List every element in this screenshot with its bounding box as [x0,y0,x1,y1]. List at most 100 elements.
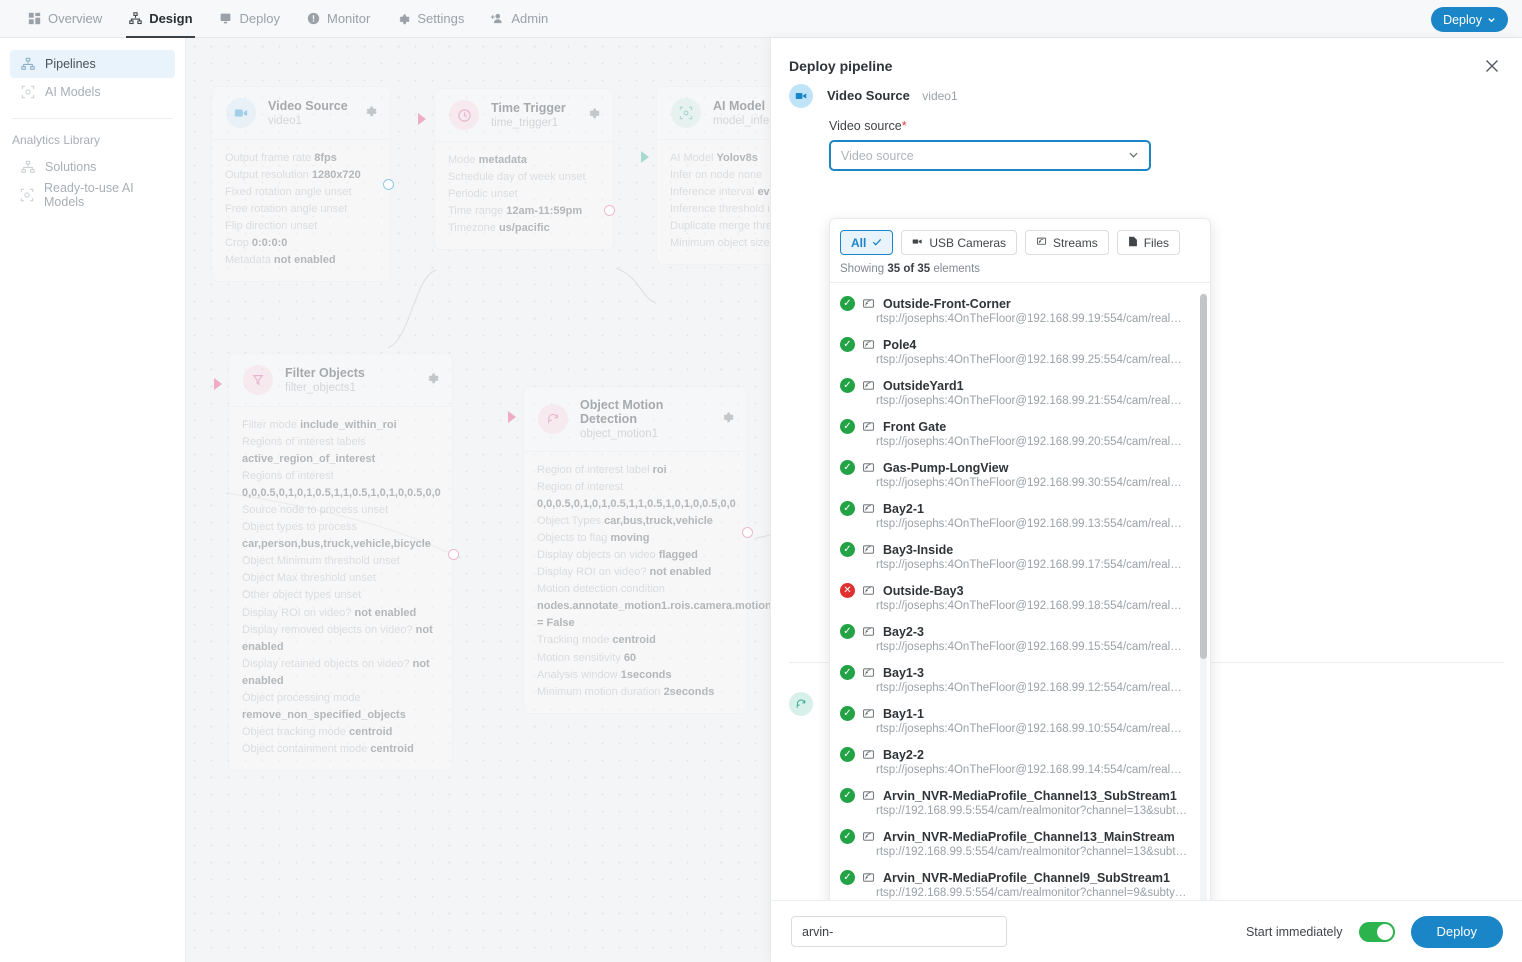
list-item[interactable]: ✓ Outside-Front-Corner rtsp://josephs:4OnT… [830,290,1198,331]
option-name: Bay2-1 [883,501,924,516]
list-item[interactable]: ✓ Front Gate rtsp://josephs:4OnTheFloor@19… [830,413,1198,454]
nav-item-admin[interactable]: Admin [477,0,561,38]
list-item[interactable]: ✕ Outside-Bay3 rtsp://josephs:4OnTheFloor@… [830,577,1198,618]
gear-icon[interactable] [426,371,439,389]
canvas-node-video-source[interactable]: Video Source video1 Output frame rate 8f… [211,86,391,283]
status-ok-icon: ✓ [840,501,855,516]
canvas-node-object-motion-detection[interactable]: Object Motion Detection object_motion1 R… [523,386,772,714]
node-prop-row: Output resolution 1280x720 [225,169,361,182]
nav-label: Overview [48,11,103,26]
node-prop-row: Display removed objects on video? not en… [242,623,433,653]
node-output-port[interactable] [448,549,459,560]
node-prop-row: Object Minimum threshold unset [242,555,400,568]
nav-item-monitor[interactable]: Monitor [293,0,383,38]
node-subtitle: object_motion1 [580,428,658,440]
dropdown-scrollbar-thumb[interactable] [1200,294,1207,659]
option-name: Bay2-3 [883,624,924,639]
close-icon[interactable] [1482,56,1502,76]
nav-item-deploy[interactable]: Deploy [206,0,293,38]
list-item[interactable]: ✓ Bay3-Inside rtsp://josephs:4OnTheFloor@1… [830,536,1198,577]
chip-files[interactable]: Files [1116,230,1181,255]
node-output-port[interactable] [742,527,753,538]
model-icon [671,98,701,128]
option-name: Outside-Bay3 [883,583,964,598]
chip-streams[interactable]: Streams [1025,230,1109,255]
option-url: rtsp://192.168.99.5:554/cam/realmonitor?… [876,805,1188,817]
deploy-button[interactable]: Deploy [1410,915,1503,948]
video-source-option-list[interactable]: ✓ Outside-Front-Corner rtsp://josephs:4OnT… [830,290,1198,900]
status-ok-icon: ✓ [840,542,855,557]
chevron-down-icon [1487,13,1496,27]
edge-arrow [641,151,649,163]
sidebar-item-label: AI Models [45,85,101,99]
panel-section-id: video1 [922,89,958,103]
nav-item-settings[interactable]: Settings [383,0,477,38]
status-ok-icon: ✓ [840,624,855,639]
video-source-select[interactable]: Video source [829,140,1151,171]
node-prop-row: Object tracking mode centroid [242,725,393,738]
gear-icon[interactable] [364,104,377,122]
stream-icon [862,748,876,761]
list-item[interactable]: ✓ OutsideYard1 rtsp://josephs:4OnTheFloor@… [830,372,1198,413]
chip-all[interactable]: All [840,230,894,255]
nav-item-design[interactable]: Design [115,0,205,38]
option-url: rtsp://josephs:4OnTheFloor@192.168.99.25… [876,354,1188,366]
sidebar-item-label: Solutions [45,160,97,174]
node-prop-row: Objects to flag moving [537,532,650,545]
status-ok-icon: ✓ [840,460,855,475]
pipeline-name-input[interactable] [791,916,1007,947]
chevron-down-icon [1128,147,1139,165]
node-prop-row: Object types to process car,person,bus,tr… [242,521,431,551]
list-item[interactable]: ✓ Bay1-3 rtsp://josephs:4OnTheFloor@192.16… [830,659,1198,700]
node-prop-row: Crop 0:0:0:0 [225,237,288,250]
video-source-dropdown[interactable]: All USB Cameras Streams Files Showing 35… [829,218,1211,900]
node-prop-row: Region of interest label roi [537,464,667,476]
start-immediately-toggle[interactable] [1358,921,1395,942]
node-prop-row: Object Types car,bus,truck,vehicle [537,515,713,528]
sidebar-item-ready-to-use-ai-models[interactable]: Ready-to-use AI Models [10,181,175,209]
option-name: Bay1-1 [883,706,924,721]
list-item[interactable]: ✓ Bay2-2 rtsp://josephs:4OnTheFloor@192.16… [830,741,1198,782]
gear-icon[interactable] [587,106,600,124]
file-icon [1128,236,1138,250]
node-prop-row: Filter mode include_within_roi [242,419,397,431]
list-item[interactable]: ✓ Arvin_NVR-MediaProfile_Channel13_SubStr… [830,782,1198,823]
stream-icon [862,584,876,597]
showing-count-text: Showing 35 of 35 elements [830,255,1210,283]
sidebar-item-ai-models[interactable]: AI Models [10,78,175,106]
node-prop-row: Free rotation angle unset [225,203,348,216]
list-item[interactable]: ✓ Arvin_NVR-MediaProfile_Channel13_MainSt… [830,823,1198,864]
gear-icon[interactable] [721,410,734,428]
dropdown-scrollbar[interactable] [1200,293,1207,900]
list-item[interactable]: ✓ Bay2-1 rtsp://josephs:4OnTheFloor@192.16… [830,495,1198,536]
motion-icon [538,404,568,434]
sidebar-item-pipelines[interactable]: Pipelines [10,50,175,78]
option-url: rtsp://192.168.99.5:554/cam/realmonitor?… [876,887,1188,899]
nav-item-overview[interactable]: Overview [14,0,115,38]
option-url: rtsp://josephs:4OnTheFloor@192.168.99.13… [876,518,1188,530]
video-camera-icon [226,98,256,128]
canvas-node-time-trigger[interactable]: Time Trigger time_trigger1 Mode metadata… [434,88,614,251]
node-output-port[interactable] [383,179,394,190]
list-item[interactable]: ✓ Pole4 rtsp://josephs:4OnTheFloor@192.168… [830,331,1198,372]
node-prop-row: Periodic unset [448,188,518,201]
node-properties: Region of interest label roi Region of i… [524,452,772,713]
panel-footer: Start immediately Deploy [771,900,1522,962]
top-deploy-button[interactable]: Deploy [1431,7,1508,32]
node-title: Time Trigger [491,101,566,115]
list-item[interactable]: ✓ Bay1-1 rtsp://josephs:4OnTheFloor@192.16… [830,700,1198,741]
option-name: Arvin_NVR-MediaProfile_Channel13_MainStr… [883,829,1175,844]
node-output-port[interactable] [604,205,615,216]
panel-section-video-source: Video Source video1 [771,84,1522,108]
showing-prefix: Showing [840,263,885,275]
list-item[interactable]: ✓ Bay2-3 rtsp://josephs:4OnTheFloor@192.16… [830,618,1198,659]
sidebar-item-solutions[interactable]: Solutions [10,153,175,181]
option-name: Bay1-3 [883,665,924,680]
canvas-node-filter-objects[interactable]: Filter Objects filter_objects1 Filter mo… [228,353,453,771]
chip-usb-cameras[interactable]: USB Cameras [901,230,1018,255]
list-item[interactable]: ✓ Arvin_NVR-MediaProfile_Channel9_SubStre… [830,864,1198,900]
field-label-text: Video source [829,119,902,133]
node-prop-row: Display objects on video flagged [537,549,698,562]
list-item[interactable]: ✓ Gas-Pump-LongView rtsp://josephs:4OnTheF… [830,454,1198,495]
chip-label: All [851,235,867,250]
